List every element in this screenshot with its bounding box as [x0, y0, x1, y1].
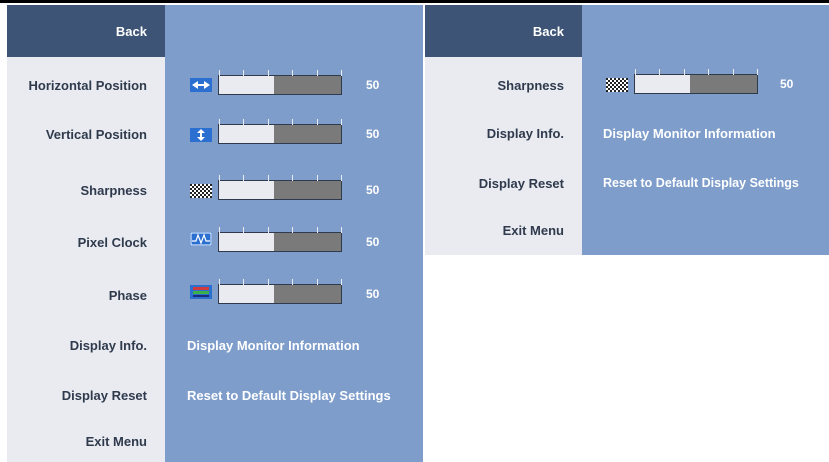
slider-tick	[341, 119, 342, 125]
slider-tick	[219, 279, 220, 285]
horizontal-position-icon	[190, 78, 212, 92]
menu-item-sharpness[interactable]: Sharpness	[7, 175, 165, 205]
slider-tick	[292, 119, 294, 125]
horizontal-position-slider[interactable]	[218, 70, 342, 95]
display-info-text: Display Monitor Information	[603, 125, 776, 141]
slider-ticks	[219, 227, 342, 233]
slider-ticks	[219, 70, 342, 76]
slider-tick	[732, 69, 734, 75]
menu-item-exit-menu[interactable]: Exit Menu	[7, 426, 165, 456]
slider-tick	[292, 175, 294, 181]
slider-tick	[267, 119, 269, 125]
sharpness-icon	[190, 184, 212, 198]
slider-tick	[219, 70, 220, 76]
sharpness-slider[interactable]	[218, 175, 342, 200]
slider-fill	[219, 233, 274, 251]
menu-item-exit-menu[interactable]: Exit Menu	[425, 215, 582, 245]
phase-icon	[190, 285, 212, 299]
horizontal-position-value: 50	[366, 78, 380, 92]
right-back-button[interactable]: Back	[425, 5, 582, 57]
slider-tick	[316, 119, 318, 125]
slider-tick	[243, 279, 245, 285]
slider-tick	[757, 69, 758, 75]
slider-tick	[267, 175, 269, 181]
slider-tick	[219, 175, 220, 181]
pixel-clock-icon	[190, 232, 212, 246]
slider-fill	[219, 125, 274, 143]
slider-ticks	[219, 279, 342, 285]
menu-item-display-info[interactable]: Display Info.	[425, 118, 582, 148]
slider-tick	[292, 279, 294, 285]
slider-tick	[219, 119, 220, 125]
slider-tick	[243, 175, 245, 181]
slider-tick	[267, 279, 269, 285]
display-reset-text: Reset to Default Display Settings	[603, 176, 799, 190]
display-info-text: Display Monitor Information	[187, 337, 360, 353]
menu-item-display-reset[interactable]: Display Reset	[425, 168, 582, 198]
phase-slider[interactable]	[218, 279, 342, 304]
slider-ticks	[219, 175, 342, 181]
menu-item-sharpness[interactable]: Sharpness	[425, 70, 582, 100]
menu-item-horizontal-position[interactable]: Horizontal Position	[7, 70, 165, 100]
menu-item-phase[interactable]: Phase	[7, 280, 165, 310]
slider-tick	[316, 70, 318, 76]
slider-tick	[635, 69, 636, 75]
menu-item-pixel-clock[interactable]: Pixel Clock	[7, 227, 165, 257]
slider-ticks	[219, 119, 342, 125]
slider-fill	[635, 75, 690, 93]
slider-tick	[267, 70, 269, 76]
slider-tick	[708, 69, 710, 75]
slider-tick	[243, 70, 245, 76]
sharpness-icon	[606, 78, 628, 92]
sharpness-slider[interactable]	[634, 69, 758, 94]
sharpness-value: 50	[780, 77, 794, 91]
slider-tick	[683, 69, 685, 75]
slider-ticks	[635, 69, 758, 75]
display-reset-text: Reset to Default Display Settings	[187, 387, 391, 403]
slider-fill	[219, 285, 274, 303]
vertical-position-value: 50	[366, 127, 380, 141]
phase-value: 50	[366, 287, 380, 301]
slider-tick	[659, 69, 661, 75]
slider-fill	[219, 181, 274, 199]
vertical-position-slider[interactable]	[218, 119, 342, 144]
slider-tick	[219, 227, 220, 233]
sharpness-value: 50	[366, 183, 380, 197]
top-border	[0, 0, 829, 3]
slider-tick	[316, 175, 318, 181]
slider-tick	[341, 175, 342, 181]
menu-item-vertical-position[interactable]: Vertical Position	[7, 119, 165, 149]
pixel-clock-value: 50	[366, 235, 380, 249]
slider-fill	[219, 76, 274, 94]
menu-item-display-info[interactable]: Display Info.	[7, 330, 165, 360]
slider-tick	[341, 227, 342, 233]
pixel-clock-slider[interactable]	[218, 227, 342, 252]
slider-tick	[243, 227, 245, 233]
slider-tick	[341, 70, 342, 76]
vertical-position-icon	[190, 128, 212, 142]
slider-tick	[316, 279, 318, 285]
left-back-button[interactable]: Back	[7, 5, 165, 57]
slider-tick	[341, 279, 342, 285]
menu-item-display-reset[interactable]: Display Reset	[7, 380, 165, 410]
slider-tick	[243, 119, 245, 125]
slider-tick	[267, 227, 269, 233]
slider-tick	[316, 227, 318, 233]
slider-tick	[292, 227, 294, 233]
osd-screenshot: Back Horizontal Position Vertical Positi…	[0, 0, 829, 462]
slider-tick	[292, 70, 294, 76]
